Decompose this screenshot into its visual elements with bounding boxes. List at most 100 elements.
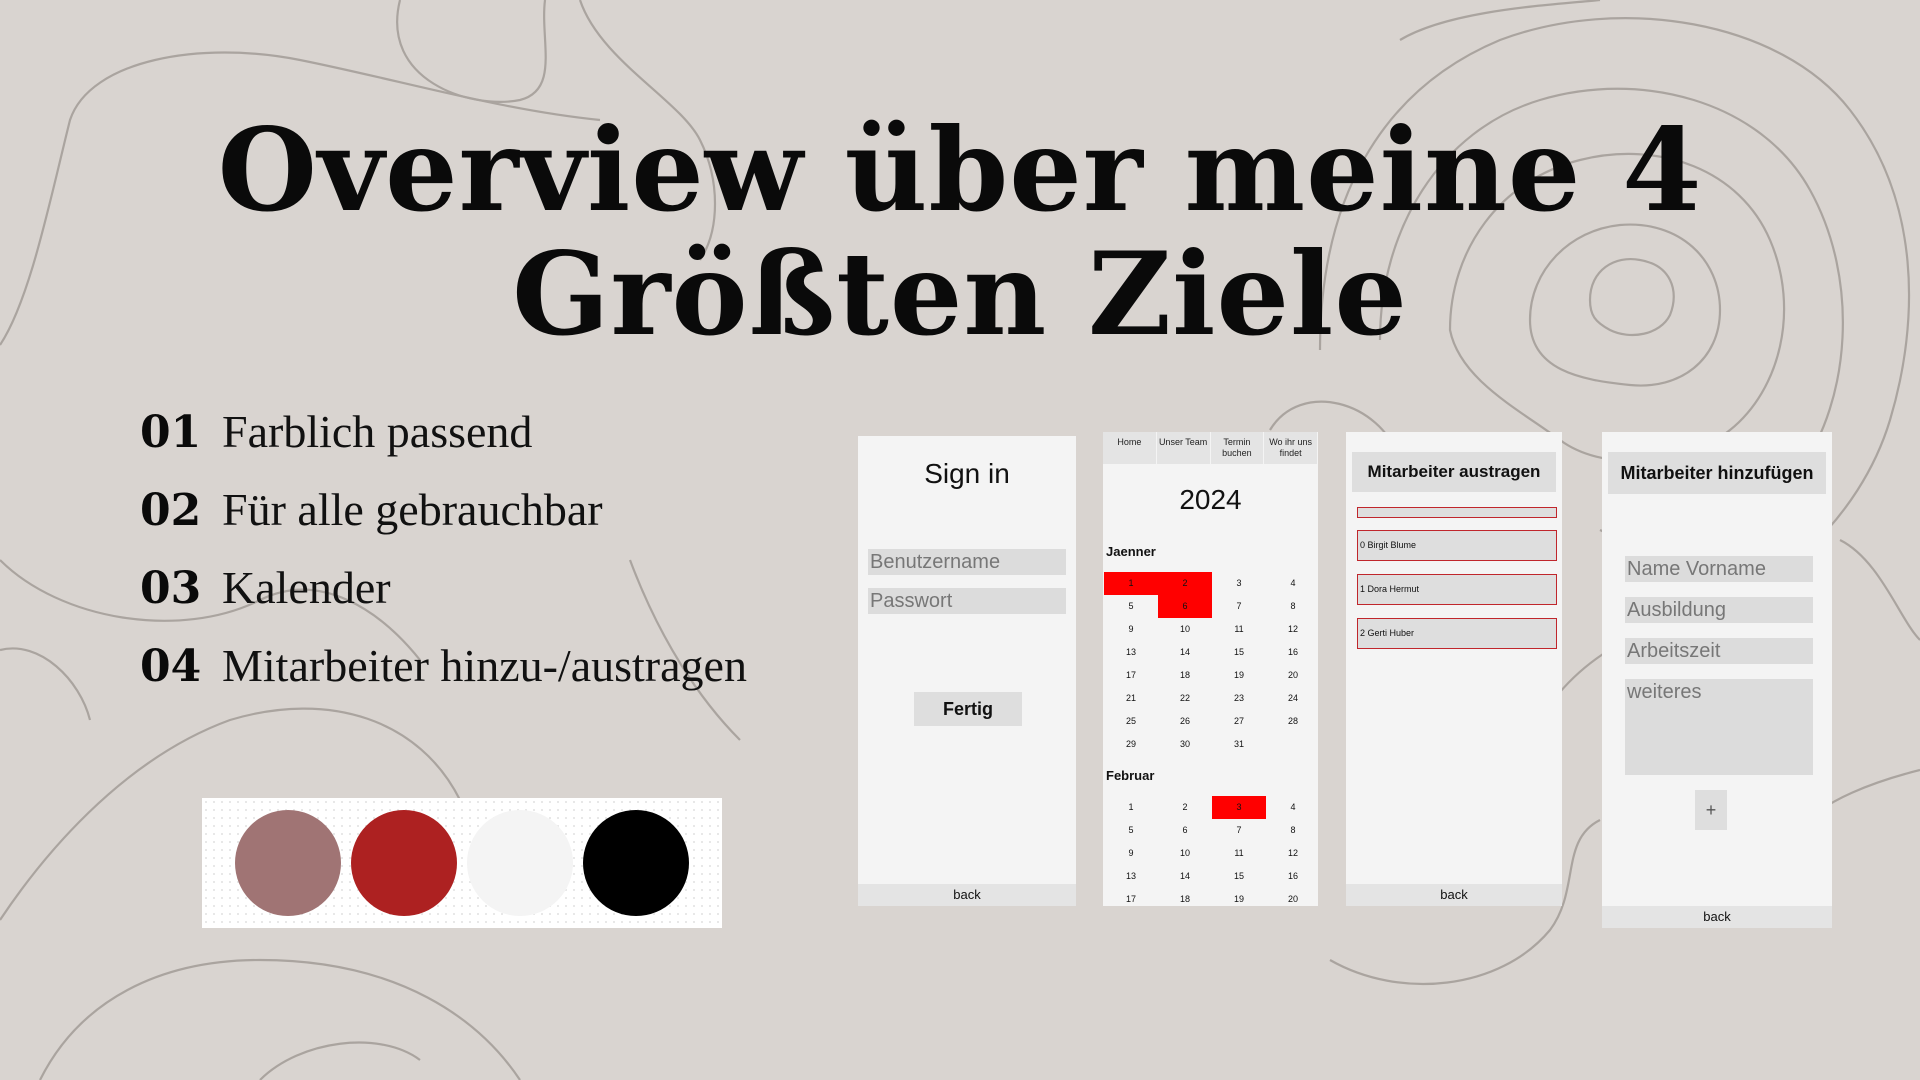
color-swatch-rose — [235, 810, 341, 916]
calendar-day[interactable]: 5 — [1104, 595, 1158, 618]
back-button[interactable]: back — [1346, 884, 1562, 906]
calendar-day[interactable]: 19 — [1212, 664, 1266, 687]
calendar-nav: Home Unser Team Termin buchen Wo ihr uns… — [1103, 432, 1318, 464]
calendar-day[interactable]: 1 — [1104, 572, 1158, 595]
calendar-day[interactable]: 7 — [1212, 819, 1266, 842]
add-title: Mitarbeiter hinzufügen — [1608, 452, 1826, 494]
signin-title: Sign in — [924, 458, 1010, 489]
calendar-day[interactable]: 28 — [1266, 710, 1318, 733]
employee-search-field[interactable] — [1357, 507, 1557, 518]
calendar-day[interactable]: 16 — [1266, 641, 1318, 664]
goal-text: Farblich passend — [222, 406, 533, 457]
calendar-day[interactable]: 6 — [1158, 595, 1212, 618]
calendar-day[interactable]: 8 — [1266, 595, 1318, 618]
calendar-day[interactable]: 21 — [1104, 687, 1158, 710]
color-swatch-white — [467, 810, 573, 916]
calendar-day[interactable]: 30 — [1158, 733, 1212, 756]
month-label: Jaenner — [1106, 544, 1156, 559]
calendar-day[interactable]: 19 — [1212, 888, 1266, 906]
calendar-day[interactable]: 15 — [1212, 865, 1266, 888]
calendar-day[interactable]: 14 — [1158, 865, 1212, 888]
calendar-day[interactable]: 12 — [1266, 618, 1318, 641]
fertig-button[interactable]: Fertig — [914, 692, 1022, 726]
calendar-day[interactable]: 10 — [1158, 842, 1212, 865]
calendar-day[interactable]: 13 — [1104, 865, 1158, 888]
calendar-day[interactable]: 8 — [1266, 819, 1318, 842]
remove-title: Mitarbeiter austragen — [1352, 452, 1556, 492]
color-swatch-black — [583, 810, 689, 916]
goal-number: 04 — [140, 641, 202, 692]
calendar-day[interactable]: 9 — [1104, 842, 1158, 865]
title-text: Overview über meine 4 Größten Ziele — [217, 103, 1703, 361]
calendar-day[interactable]: 3 — [1212, 796, 1266, 819]
calendar-day[interactable]: 18 — [1158, 888, 1212, 906]
goal-number: 01 — [140, 407, 202, 458]
calendar-day[interactable]: 27 — [1212, 710, 1266, 733]
calendar-day[interactable]: 2 — [1158, 796, 1212, 819]
calendar-day[interactable]: 24 — [1266, 687, 1318, 710]
calendar-day[interactable]: 23 — [1212, 687, 1266, 710]
calendar-day[interactable]: 11 — [1212, 618, 1266, 641]
calendar-day[interactable]: 9 — [1104, 618, 1158, 641]
calendar-day[interactable]: 31 — [1212, 733, 1266, 756]
calendar-day[interactable]: 2 — [1158, 572, 1212, 595]
calendar-day[interactable]: 13 — [1104, 641, 1158, 664]
color-swatch-red — [351, 810, 457, 916]
month-label: Februar — [1106, 768, 1155, 783]
calendar-day[interactable]: 22 — [1158, 687, 1212, 710]
calendar-year: 2024 — [1179, 484, 1242, 515]
color-palette — [202, 798, 722, 928]
calendar-screen-mockup: Home Unser Team Termin buchen Wo ihr uns… — [1103, 432, 1318, 906]
nav-item-home[interactable]: Home — [1103, 432, 1157, 464]
employee-item[interactable]: 2 Gerti Huber — [1357, 618, 1557, 649]
username-field[interactable]: Benutzername — [868, 549, 1066, 575]
calendar-day[interactable]: 17 — [1104, 888, 1158, 906]
calendar-day[interactable]: 17 — [1104, 664, 1158, 687]
goals-list: 01 Farblich passend 02 Für alle gebrauch… — [140, 405, 747, 717]
name-field[interactable]: Name Vorname — [1625, 556, 1813, 582]
calendar-day[interactable]: 11 — [1212, 842, 1266, 865]
add-employee-screen-mockup: Mitarbeiter hinzufügen Name Vorname Ausb… — [1602, 432, 1832, 928]
goal-number: 02 — [140, 485, 202, 536]
add-plus-button[interactable]: + — [1695, 790, 1727, 830]
goal-number: 03 — [140, 563, 202, 614]
employee-item[interactable]: 1 Dora Hermut — [1357, 574, 1557, 605]
calendar-day[interactable]: 14 — [1158, 641, 1212, 664]
calendar-day[interactable]: 4 — [1266, 572, 1318, 595]
calendar-day[interactable]: 6 — [1158, 819, 1212, 842]
education-field[interactable]: Ausbildung — [1625, 597, 1813, 623]
goal-item: 02 Für alle gebrauchbar — [140, 483, 747, 561]
notes-field[interactable]: weiteres — [1625, 679, 1813, 775]
calendar-day[interactable]: 20 — [1266, 664, 1318, 687]
calendar-day[interactable]: 7 — [1212, 595, 1266, 618]
password-field[interactable]: Passwort — [868, 588, 1066, 614]
calendar-day[interactable]: 18 — [1158, 664, 1212, 687]
calendar-day[interactable]: 1 — [1104, 796, 1158, 819]
calendar-day[interactable]: 25 — [1104, 710, 1158, 733]
goal-text: Für alle gebrauchbar — [222, 484, 603, 535]
calendar-day[interactable]: 29 — [1104, 733, 1158, 756]
remove-employee-screen-mockup: Mitarbeiter austragen 0 Birgit Blume 1 D… — [1346, 432, 1562, 906]
calendar-day[interactable]: 16 — [1266, 865, 1318, 888]
signin-screen-mockup: Sign in Benutzername Passwort Fertig bac… — [858, 436, 1076, 906]
employee-item[interactable]: 0 Birgit Blume — [1357, 530, 1557, 561]
goal-text: Mitarbeiter hinzu-/austragen — [222, 640, 747, 691]
goal-item: 04 Mitarbeiter hinzu-/austragen — [140, 639, 747, 717]
back-button[interactable]: back — [858, 884, 1076, 906]
nav-item-location[interactable]: Wo ihr uns findet — [1264, 432, 1318, 464]
goal-text: Kalender — [222, 562, 391, 613]
goal-item: 01 Farblich passend — [140, 405, 747, 483]
back-button[interactable]: back — [1602, 906, 1832, 928]
calendar-day[interactable]: 3 — [1212, 572, 1266, 595]
page-title: Overview über meine 4 Größten Ziele — [0, 108, 1920, 356]
working-hours-field[interactable]: Arbeitszeit — [1625, 638, 1813, 664]
nav-item-booking[interactable]: Termin buchen — [1211, 432, 1265, 464]
calendar-day[interactable]: 20 — [1266, 888, 1318, 906]
nav-item-team[interactable]: Unser Team — [1157, 432, 1211, 464]
calendar-day[interactable]: 15 — [1212, 641, 1266, 664]
calendar-day[interactable]: 12 — [1266, 842, 1318, 865]
calendar-day[interactable]: 10 — [1158, 618, 1212, 641]
calendar-day[interactable]: 26 — [1158, 710, 1212, 733]
calendar-day[interactable]: 4 — [1266, 796, 1318, 819]
calendar-day[interactable]: 5 — [1104, 819, 1158, 842]
